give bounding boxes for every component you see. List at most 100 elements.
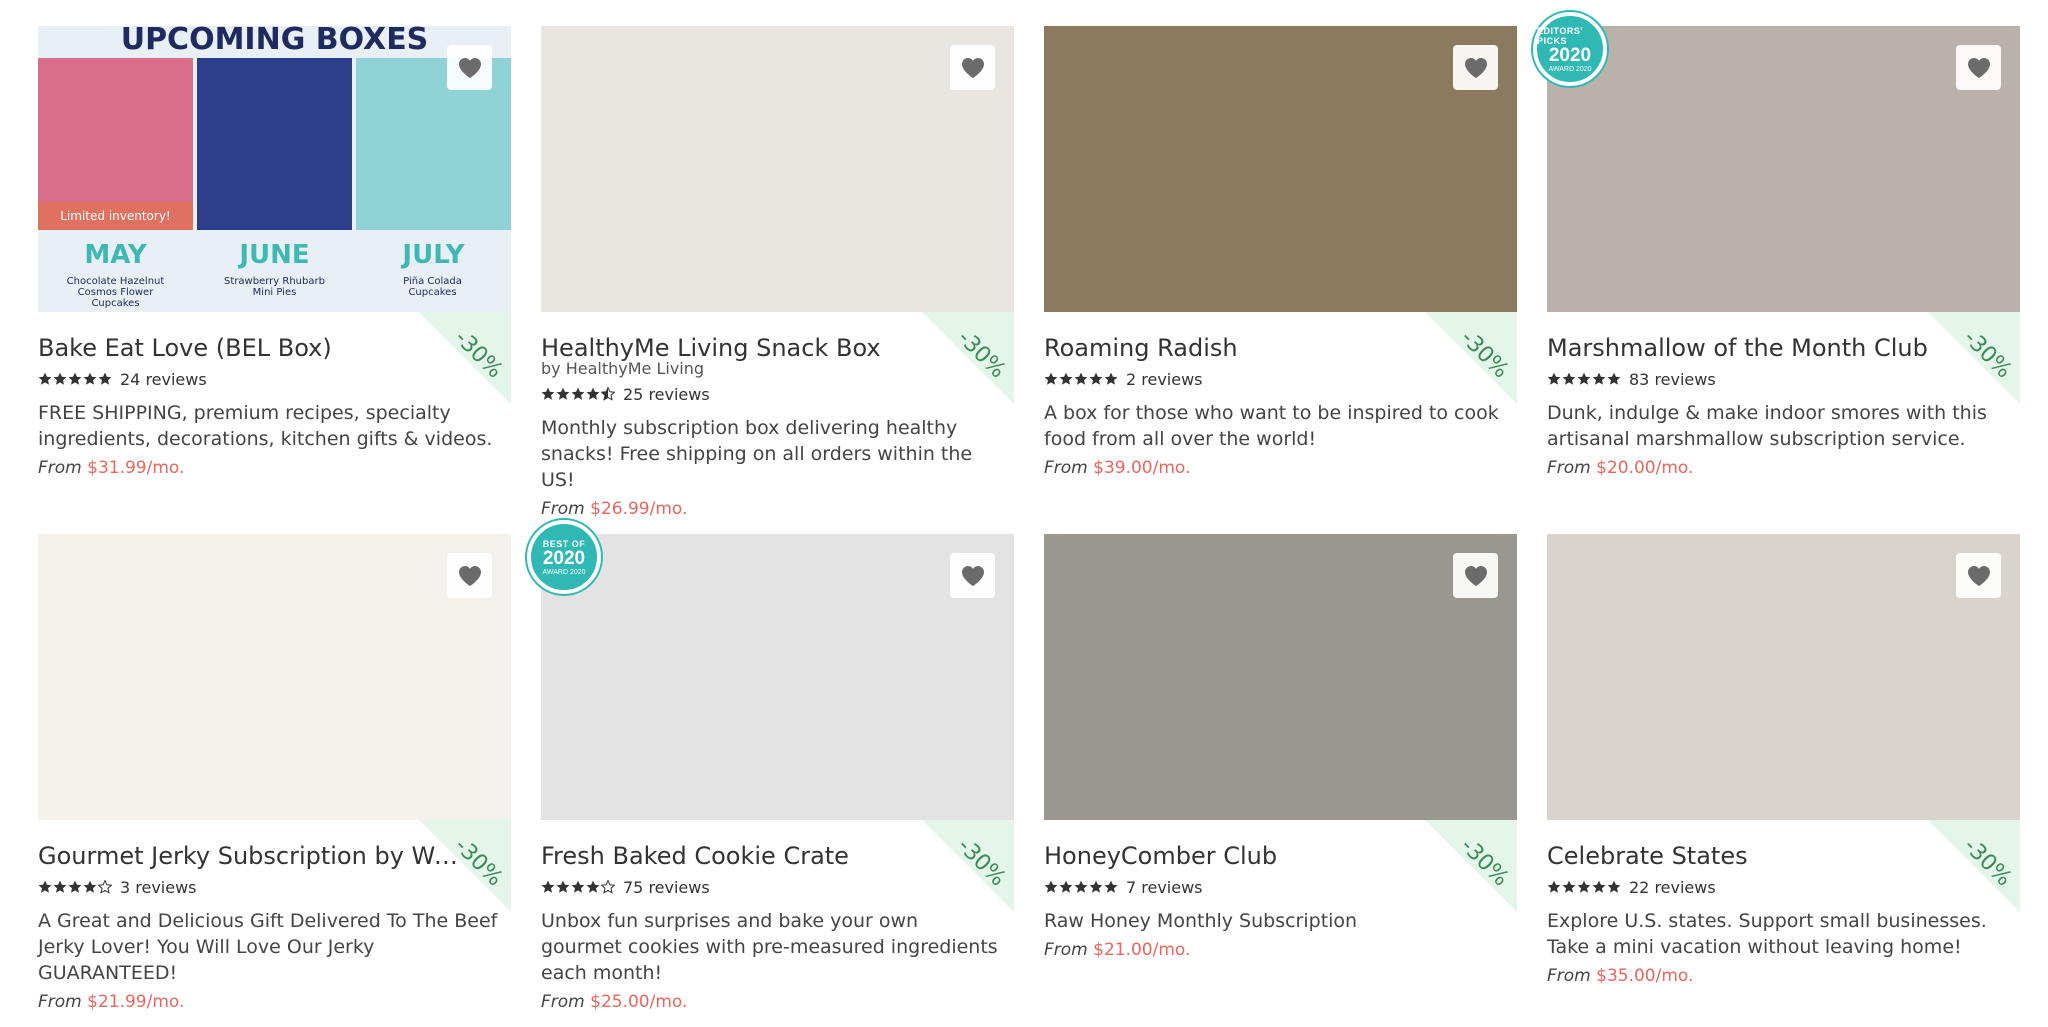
favorite-button[interactable] [447,553,492,598]
image-heading: UPCOMING BOXES [120,26,429,57]
review-count[interactable]: 25 reviews [623,385,710,404]
discount-label: -30% [1958,833,2017,892]
heart-icon [960,56,986,80]
star-icon [1577,880,1591,894]
star-icon [98,372,112,386]
review-count[interactable]: 83 reviews [1629,370,1716,389]
star-icon [556,880,570,894]
image-caption: Chocolate Hazelnut Cosmos Flower Cupcake… [66,276,165,309]
price-amount: $26.99/mo. [590,499,688,519]
star-rating [541,880,615,894]
product-photo [1044,26,1517,312]
price-amount: $35.00/mo. [1596,966,1694,986]
heart-icon [1463,56,1489,80]
product-card[interactable]: -30% Celebrate States 22 reviews Explore… [1547,534,2020,1004]
price-amount: $25.00/mo. [590,992,688,1012]
product-photo [1547,26,2020,312]
product-card[interactable]: EDITORS' PICKS 2020 AWARD 2020 -30% Mars… [1533,12,2020,534]
product-image[interactable] [38,534,511,820]
review-count[interactable]: 7 reviews [1126,878,1203,897]
star-icon [83,372,97,386]
star-icon [541,880,555,894]
favorite-button[interactable] [950,45,995,90]
star-icon [38,880,52,894]
heart-icon [1966,564,1992,588]
favorite-button[interactable] [1453,45,1498,90]
heart-icon [1966,56,1992,80]
product-description: A box for those who want to be inspired … [1044,402,1499,450]
product-title[interactable]: Celebrate States [1547,841,1967,871]
price-prefix: From [541,499,585,519]
product-title[interactable]: Bake Eat Love (BEL Box) [38,333,458,363]
star-icon [586,880,600,894]
product-title[interactable]: Fresh Baked Cookie Crate [541,841,961,871]
star-icon [98,880,112,894]
product-title[interactable]: HoneyComber Club [1044,841,1464,871]
product-card[interactable]: UPCOMING BOXES Limited inventory! MAY JU… [38,26,511,534]
discount-ribbon: -30% [1425,312,1517,404]
favorite-button[interactable] [447,45,492,90]
product-title[interactable]: Marshmallow of the Month Club [1547,333,1967,363]
product-price: From $20.00/mo. [1547,455,2020,481]
star-icon [541,387,555,401]
price-amount: $39.00/mo. [1093,458,1191,478]
price-prefix: From [38,992,82,1012]
image-month: JUNE [239,240,310,270]
review-count[interactable]: 22 reviews [1629,878,1716,897]
product-price: From $39.00/mo. [1044,455,1517,481]
product-price: From $31.99/mo. [38,455,511,481]
product-title[interactable]: Gourmet Jerky Subscription by Woo... [38,841,458,871]
favorite-button[interactable] [1453,553,1498,598]
product-title[interactable]: Roaming Radish [1044,333,1464,363]
star-icon [571,880,585,894]
discount-label: -30% [449,325,508,384]
review-count[interactable]: 3 reviews [120,878,197,897]
product-price: From $21.00/mo. [1044,937,1517,963]
star-icon [1607,372,1621,386]
product-card[interactable]: -30% HoneyComber Club 7 reviews Raw Hone… [1044,534,1517,1004]
product-image[interactable] [1044,26,1517,312]
price-prefix: From [1547,458,1591,478]
price-prefix: From [1044,458,1088,478]
product-image[interactable] [1547,26,2020,312]
product-photo [1547,534,2020,820]
star-icon [53,372,67,386]
star-rating [1044,880,1118,894]
product-image[interactable] [1044,534,1517,820]
price-prefix: From [1044,940,1088,960]
review-count[interactable]: 2 reviews [1126,370,1203,389]
price-prefix: From [38,458,82,478]
star-icon [1074,880,1088,894]
discount-ribbon: -30% [1928,820,2020,912]
review-count[interactable]: 75 reviews [623,878,710,897]
product-image[interactable]: UPCOMING BOXES Limited inventory! MAY JU… [38,26,511,312]
product-price: From $21.99/mo. [38,989,511,1015]
badge-top: BEST OF [542,538,586,549]
product-description: Monthly subscription box delivering heal… [541,417,973,491]
product-card[interactable]: -30% Roaming Radish 2 reviews A box for … [1044,26,1517,534]
product-image[interactable] [541,26,1014,312]
star-icon [601,880,615,894]
discount-label: -30% [449,833,508,892]
star-icon [1044,880,1058,894]
product-price: From $26.99/mo. [541,496,1014,522]
badge-bottom: AWARD 2020 [542,568,586,576]
award-badge: BEST OF 2020 AWARD 2020 [527,520,601,594]
image-caption: Strawberry Rhubarb Mini Pies [224,276,325,298]
favorite-button[interactable] [950,553,995,598]
image-caption: Piña Colada Cupcakes [403,276,462,298]
product-card[interactable]: BEST OF 2020 AWARD 2020 -30% Fresh Baked… [527,520,1014,1012]
product-image[interactable] [1547,534,2020,820]
star-icon [1044,372,1058,386]
product-card[interactable]: -30% Gourmet Jerky Subscription by Woo..… [38,534,511,1012]
favorite-button[interactable] [1956,45,2001,90]
discount-ribbon: -30% [922,312,1014,404]
favorite-button[interactable] [1956,553,2001,598]
star-rating [1044,372,1118,386]
review-count[interactable]: 24 reviews [120,370,207,389]
star-icon [68,372,82,386]
star-icon [1104,372,1118,386]
product-card[interactable]: -30% HealthyMe Living Snack Box by Healt… [541,26,1014,534]
product-description: Explore U.S. states. Support small busin… [1547,910,1987,958]
product-image[interactable] [541,534,1014,820]
